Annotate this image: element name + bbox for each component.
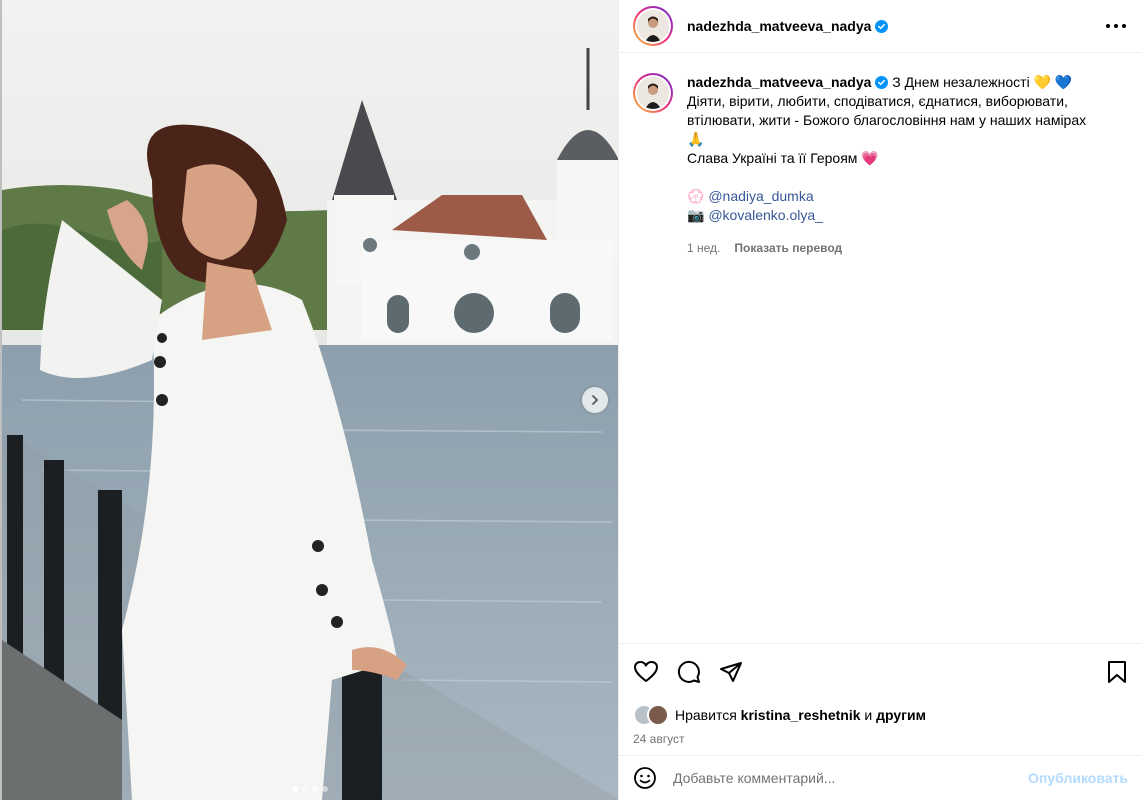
author-username[interactable]: nadezhda_matveeva_nadya [687,18,889,34]
likes-middle: и [864,707,873,723]
mention-link[interactable]: @nadiya_dumka [708,188,813,204]
chevron-right-icon [592,395,599,405]
avatar[interactable] [633,6,673,46]
carousel-dot [302,786,308,792]
post-sidebar: nadezhda_matveeva_nadya nadezhda_matveev… [618,0,1142,800]
like-button[interactable] [633,660,659,684]
post-media[interactable] [0,0,618,800]
bookmark-icon [1108,661,1126,683]
post-time[interactable]: 1 нед. [687,239,720,258]
author-username-text[interactable]: nadezhda_matveeva_nadya [687,18,871,34]
post-header: nadezhda_matveeva_nadya [619,0,1142,53]
camera-emoji: 📷 [687,207,705,223]
publish-button[interactable]: Опубликовать [1028,770,1128,786]
credit-emoji: 💮 [687,188,705,204]
liker-avatar[interactable] [647,704,669,726]
likes-summary: Нравится kristina_reshetnik и другим [633,704,1128,726]
carousel-dot [322,786,328,792]
mention-link[interactable]: @kovalenko.olya_ [708,207,823,223]
next-slide-button[interactable] [582,387,608,413]
carousel-dot [312,786,318,792]
smiley-icon [634,767,656,789]
caption-line-3: Слава Україні та її Героям 💗 [687,150,879,166]
avatar-photo [637,77,669,109]
caption-line-1: З Днем незалежності 💛 💙 [892,74,1073,90]
more-horizontal-icon [1106,24,1126,28]
carousel-indicator [2,786,618,792]
more-options-button[interactable] [1104,14,1128,38]
send-icon [720,662,742,682]
post-photo [2,0,618,800]
liker-username[interactable]: kristina_reshetnik [741,707,861,723]
carousel-dot [292,786,298,792]
caption: nadezhda_matveeva_nadya З Днем незалежно… [633,73,1128,258]
emoji-button[interactable] [633,766,657,790]
translate-button[interactable]: Показать перевод [734,239,842,258]
caption-username[interactable]: nadezhda_matveeva_nadya [687,74,871,90]
comment-icon [677,660,700,683]
avatar-photo [637,10,669,42]
caption-line-2: Діяти, вірити, любити, сподіватися, єдна… [687,93,1087,147]
comment-input[interactable] [673,770,1029,786]
comments-section: nadezhda_matveeva_nadya З Днем незалежно… [619,53,1142,643]
post-dialog: nadezhda_matveeva_nadya nadezhda_matveev… [0,0,1142,800]
verified-badge-icon [875,76,889,89]
comment-form: Опубликовать [619,755,1142,800]
save-button[interactable] [1106,660,1128,684]
likes-others-link[interactable]: другим [876,707,926,723]
caption-meta: 1 нед. Показать перевод [687,239,1087,258]
post-date[interactable]: 24 август [633,732,1128,746]
share-button[interactable] [719,660,743,684]
heart-icon [634,661,658,682]
avatar[interactable] [633,73,673,113]
likes-prefix: Нравится [675,707,737,723]
caption-text: nadezhda_matveeva_nadya З Днем незалежно… [687,73,1087,258]
verified-badge-icon [875,19,889,33]
comment-button[interactable] [677,660,701,684]
